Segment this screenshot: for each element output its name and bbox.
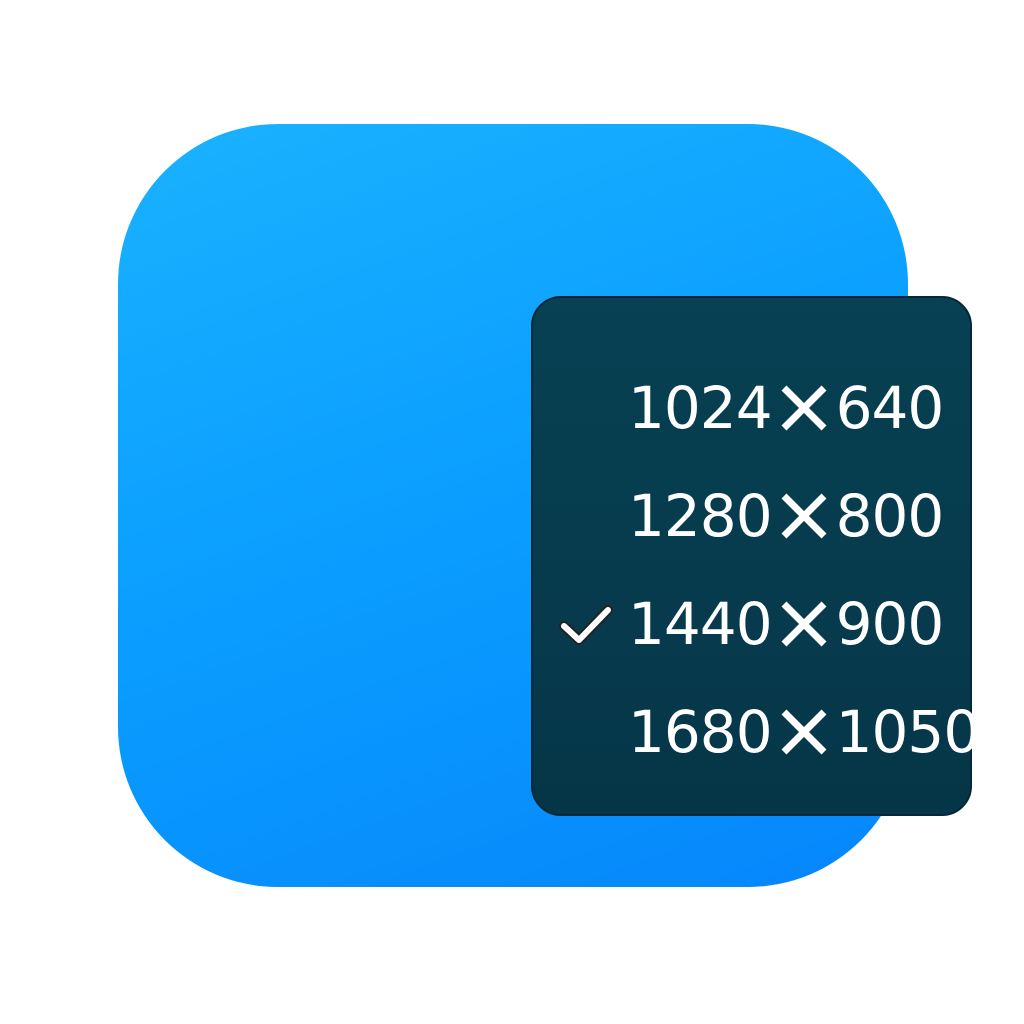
app-icon: 1024 640 1280 800 1440 900 1680 1050: [118, 124, 980, 887]
times-icon: [781, 385, 827, 431]
width-value: 1680: [628, 698, 773, 766]
resolution-item-1: 1280 800: [628, 476, 945, 556]
resolution-item-3: 1680 1050: [628, 692, 981, 772]
resolution-menu: 1024 640 1280 800 1440 900 1680 1050: [531, 296, 980, 816]
width-value: 1440: [628, 590, 773, 658]
checkmark-icon: [559, 605, 613, 645]
width-value: 1024: [628, 374, 773, 442]
times-icon: [781, 709, 827, 755]
times-icon: [781, 493, 827, 539]
resolution-item-2-selected: 1440 900: [628, 584, 945, 664]
width-value: 1280: [628, 482, 773, 550]
height-value: 640: [835, 374, 945, 442]
height-value: 900: [835, 590, 945, 658]
height-value: 1050: [835, 698, 981, 766]
resolution-item-0: 1024 640: [628, 368, 945, 448]
times-icon: [781, 601, 827, 647]
height-value: 800: [835, 482, 945, 550]
